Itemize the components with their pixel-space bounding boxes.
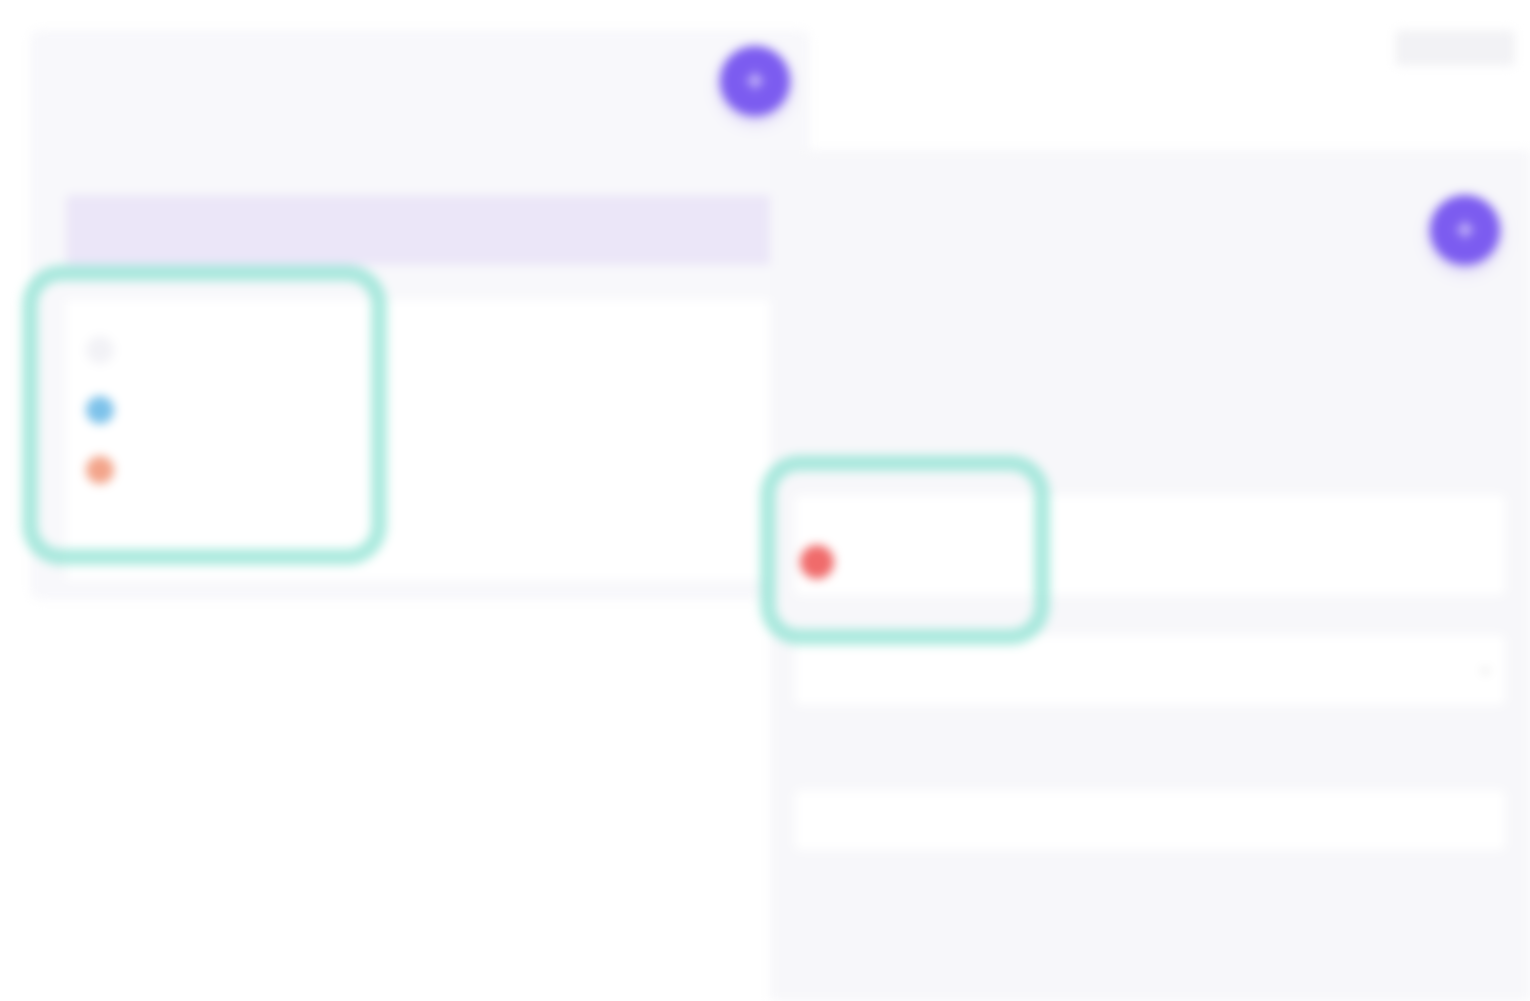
chevron-down-icon: ⌄	[1477, 657, 1493, 677]
add-button[interactable]: +	[720, 46, 790, 116]
plus-icon: +	[1455, 210, 1475, 249]
screenshot-root: + + ⌄	[0, 0, 1530, 1001]
plus-icon: +	[745, 61, 765, 100]
highlight-ring	[760, 455, 1050, 645]
tab-bar	[66, 195, 810, 265]
highlight-ring	[22, 265, 387, 565]
top-right-button[interactable]	[1395, 30, 1515, 66]
left-header: +	[30, 30, 810, 190]
add-button[interactable]: +	[1430, 195, 1500, 265]
section-box	[795, 790, 1505, 850]
collapsible-row[interactable]: ⌄	[795, 635, 1505, 705]
